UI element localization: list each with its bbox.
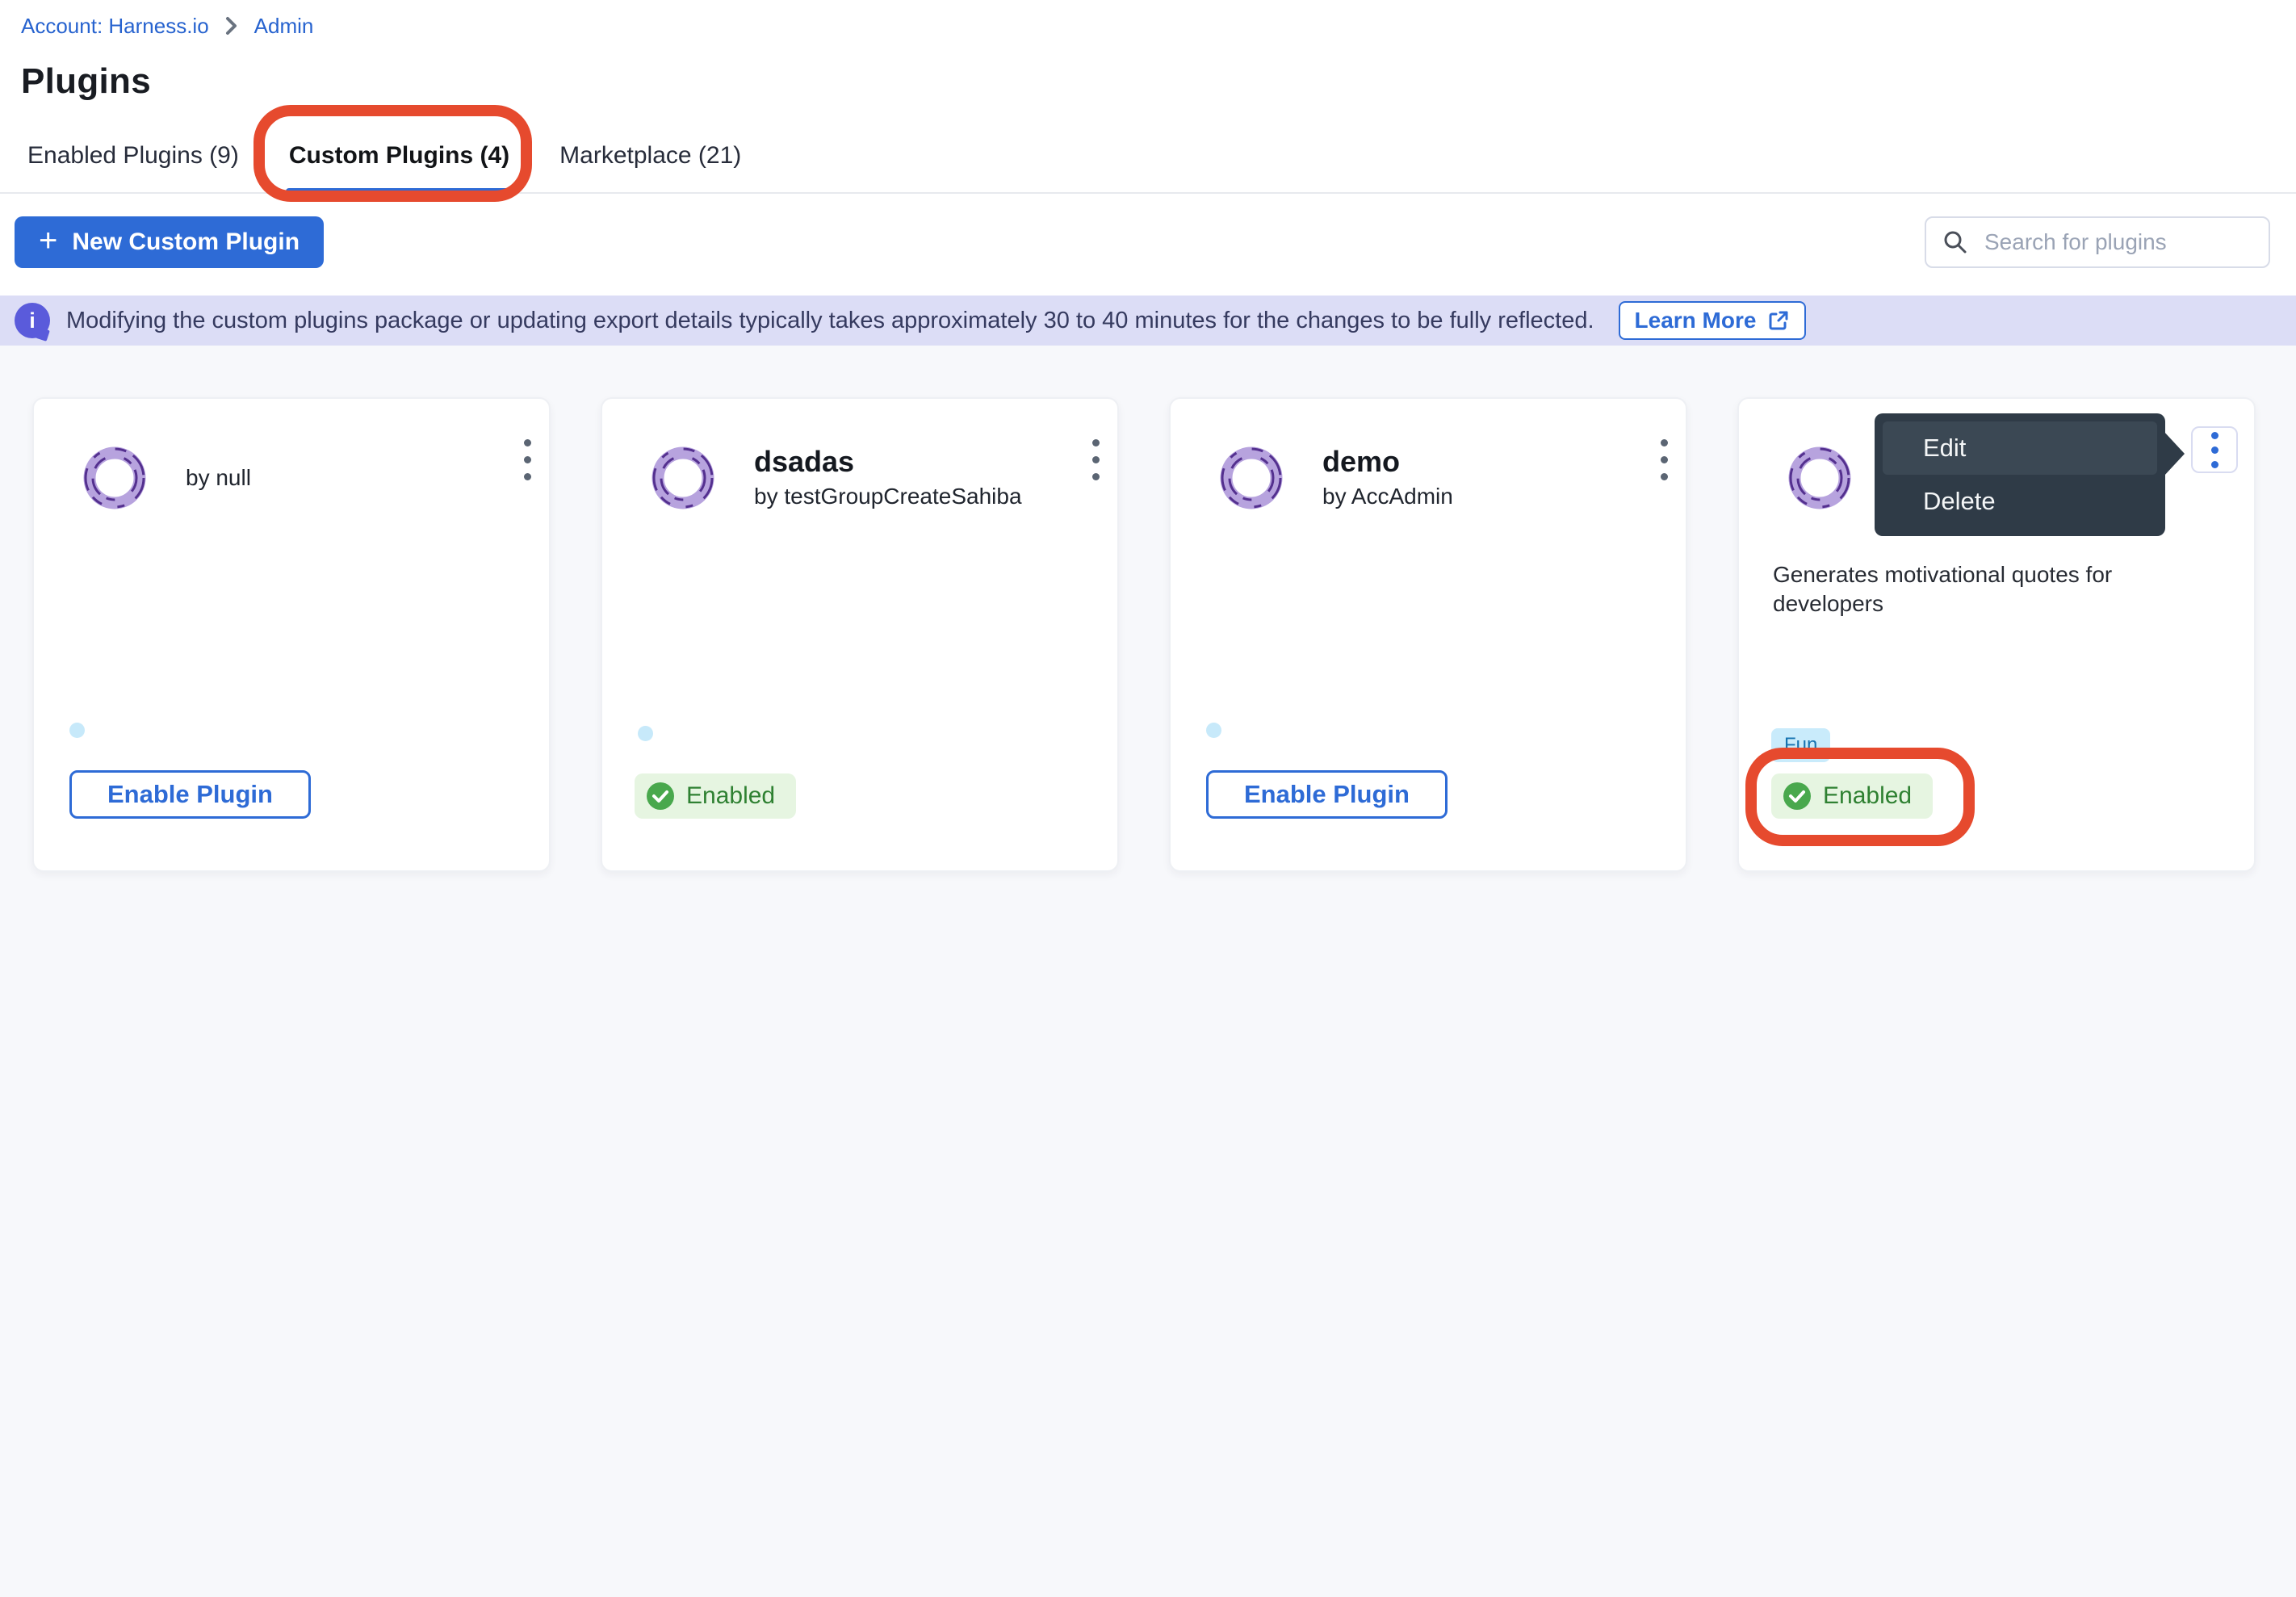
plugin-title-block: demo by AccAdmin [1322,447,1453,509]
plugin-title: dsadas [754,447,1022,476]
tab-bar: Enabled Plugins (9) Custom Plugins (4) M… [0,129,2296,194]
enabled-status-badge: Enabled [635,773,796,819]
toolbar: + New Custom Plugin [0,194,2296,296]
plugin-card-grid: by null Enable Plugin dsad [32,397,2264,872]
status-dot [638,726,653,741]
card-footer: Enable Plugin [1203,770,1653,819]
check-circle-icon [646,782,675,811]
plugin-author: by AccAdmin [1322,484,1453,509]
plus-icon: + [39,224,57,257]
plugin-logo-icon [1217,444,1285,512]
learn-more-label: Learn More [1635,308,1757,333]
new-custom-plugin-button[interactable]: + New Custom Plugin [15,216,324,268]
breadcrumb-chevron-icon [224,15,240,36]
status-dot [69,723,85,738]
plugin-card-null: by null Enable Plugin [32,397,551,872]
plugin-logo-icon [649,444,717,512]
tab-marketplace[interactable]: Marketplace (21) [556,129,744,192]
tab-enabled-plugins[interactable]: Enabled Plugins (9) [24,129,242,192]
enable-plugin-button[interactable]: Enable Plugin [1206,770,1448,819]
tab-custom-plugins-label: Custom Plugins (4) [289,142,509,169]
plugin-card-dsadas: dsadas by testGroupCreateSahiba Enabled [601,397,1119,872]
plugins-content-area: by null Enable Plugin dsad [0,346,2296,1597]
plugin-card-demo: demo by AccAdmin Enable Plugin [1169,397,1687,872]
status-dot [1206,723,1221,738]
info-icon: i [15,303,50,338]
badge-wrapper: Enabled [1771,773,1933,819]
plugin-title-block: dsadas by testGroupCreateSahiba [754,447,1022,509]
card-header: dsadas by testGroupCreateSahiba [649,442,1085,513]
plugin-title-block: by null [186,466,251,490]
tab-custom-plugins[interactable]: Custom Plugins (4) [286,129,513,192]
plugin-description: Generates motivational quotes for develo… [1773,560,2222,618]
enabled-status-badge: Enabled [1771,773,1933,819]
category-tag: Fun [1771,728,1830,762]
plugin-logo-icon [1786,444,1854,512]
enabled-label: Enabled [1823,782,1912,810]
plugin-author: by null [186,466,251,490]
plugin-search-box [1925,216,2270,268]
menu-item-delete[interactable]: Delete [1883,475,2157,528]
card-header: demo by AccAdmin [1217,442,1653,513]
search-input[interactable] [1983,228,2277,256]
learn-more-button[interactable]: Learn More [1619,301,1807,340]
new-custom-plugin-label: New Custom Plugin [72,228,300,256]
check-circle-icon [1783,782,1812,811]
kebab-menu-icon[interactable] [516,431,539,488]
info-banner: i Modifying the custom plugins package o… [0,296,2296,346]
kebab-menu-button-active[interactable] [2191,426,2238,473]
card-footer: Enabled [635,773,1085,819]
breadcrumb-admin-link[interactable]: Admin [254,14,314,39]
kebab-menu-icon[interactable] [1084,431,1108,488]
breadcrumb-account-link[interactable]: Account: Harness.io [21,14,209,39]
card-footer: Enabled [1771,773,2222,819]
external-link-icon [1767,309,1790,332]
card-header: by null [81,442,517,513]
enabled-label: Enabled [686,782,775,810]
plugin-card-motivational-quotes: Edit Delete Generates motivational quote… [1737,397,2256,872]
breadcrumb: Account: Harness.io Admin [21,13,2296,39]
context-menu: Edit Delete [1875,413,2165,536]
plugin-title: demo [1322,447,1453,476]
menu-item-edit[interactable]: Edit [1883,421,2157,475]
kebab-menu-icon[interactable] [1653,431,1676,488]
context-menu-arrow [2164,431,2185,476]
plugin-author: by testGroupCreateSahiba [754,484,1022,509]
banner-message: Modifying the custom plugins package or … [66,308,1594,334]
plugin-logo-icon [81,444,149,512]
page-title: Plugins [21,61,2296,102]
card-footer: Enable Plugin [66,770,517,819]
active-tab-underline [286,188,513,194]
search-icon [1942,229,1968,255]
page-header: Account: Harness.io Admin Plugins Enable… [0,0,2296,194]
enable-plugin-button[interactable]: Enable Plugin [69,770,311,819]
